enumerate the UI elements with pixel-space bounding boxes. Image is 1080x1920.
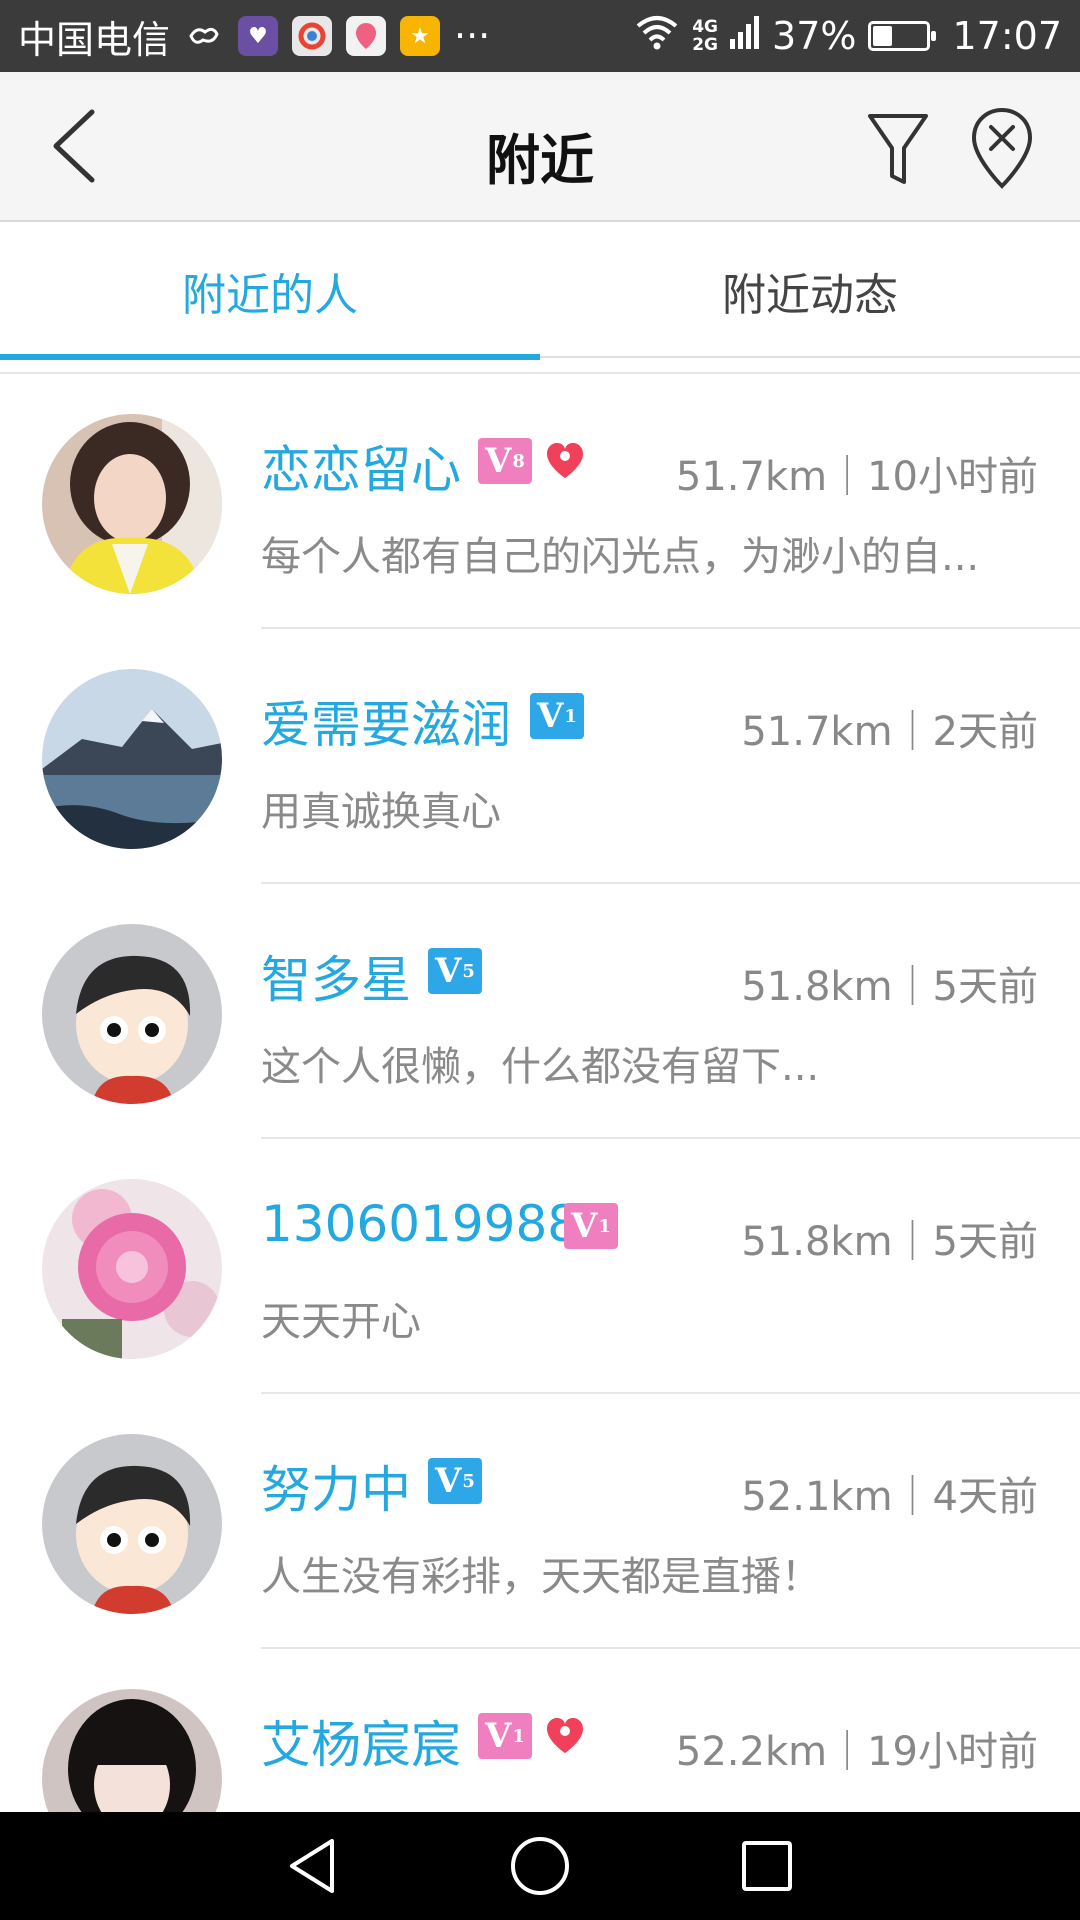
vip-letter: V [485,441,512,481]
vip-level: 5 [462,960,475,982]
network-4g-label: 4G [692,17,719,37]
avatar[interactable] [42,414,222,594]
location-clear-icon [971,107,1033,189]
avatar[interactable] [42,1689,222,1812]
vip-letter: V [435,1461,462,1501]
vip-badge: V1 [564,1203,618,1249]
nav-back-button[interactable] [278,1831,348,1901]
distance-time: 51.7km｜10小时前 [675,454,1038,500]
status-left: 中国电信 ♥ ★ ··· [18,9,634,64]
vip-letter: V [435,951,462,991]
map-app-icon [346,16,387,56]
vip-letter: V [571,1206,598,1246]
distance-time: 51.8km｜5天前 [741,1219,1038,1265]
distance-time: 51.7km｜2天前 [741,709,1038,755]
signature: 天天开心 [261,1299,421,1345]
clear-location-button[interactable] [962,106,1042,190]
vip-badge: V5 [428,1458,482,1504]
list-item[interactable]: 智多星 V5 51.8km｜5天前 这个人很懒，什么都没有留下... [0,884,1080,1139]
avatar[interactable] [42,924,222,1104]
signature: 人生没有彩排，天天都是直播！ [261,1554,821,1600]
vip-level: 1 [512,1725,525,1747]
distance-time: 51.8km｜5天前 [741,964,1038,1010]
heart-icon [547,1718,583,1753]
people-list: 恋恋留心 V8 51.7km｜10小时前 每个人都有自己的闪光点，为渺小的自..… [0,372,1080,1812]
vip-level: 1 [564,705,577,727]
vip-letter: V [485,1716,512,1756]
list-item[interactable]: 1306019988 V1 51.8km｜5天前 天天开心 [0,1139,1080,1394]
wifi-icon [634,14,680,59]
avatar[interactable] [42,669,222,849]
user-name[interactable]: 智多星 [261,940,411,1012]
triangle-back-icon [290,1839,335,1893]
list-item[interactable]: 恋恋留心 V8 51.7km｜10小时前 每个人都有自己的闪光点，为渺小的自..… [0,374,1080,629]
signature: 每个人都有自己的闪光点，为渺小的自... [261,534,980,580]
badges: V8 [478,438,586,484]
user-name[interactable]: 努力中 [261,1450,411,1522]
clock: 17:07 [952,14,1062,58]
more-notifications-icon: ··· [454,14,491,58]
distance-time: 52.2km｜19小时前 [675,1729,1038,1775]
circle-home-icon [510,1837,569,1895]
tab-nearby-people[interactable]: 附近的人 [0,224,540,360]
status-bar: 中国电信 ♥ ★ ··· 4G 2G 37% 17:07 [0,0,1080,72]
badges: V1 [530,693,584,739]
tab-bar: 附近的人 附近动态 [0,224,1080,360]
vip-level: 1 [598,1215,611,1237]
battery-fill [873,26,893,46]
tab-nearby-moments[interactable]: 附近动态 [540,224,1080,358]
user-name[interactable]: 恋恋留心 [261,430,461,502]
list-item[interactable]: 努力中 V5 52.1km｜4天前 人生没有彩排，天天都是直播！ [0,1394,1080,1649]
list-item[interactable]: 爱需要滋润 V1 51.7km｜2天前 用真诚换真心 [0,629,1080,884]
browser-app-icon [292,16,333,56]
vip-badge: V1 [530,693,584,739]
vip-level: 5 [462,1470,475,1492]
vip-badge: V1 [478,1713,532,1759]
status-right: 4G 2G 37% 17:07 [634,14,1062,59]
square-recents-icon [741,1841,792,1891]
star-app-icon: ★ [400,16,441,56]
avatar[interactable] [42,1434,222,1614]
signature: 用真诚换真心 [261,789,501,835]
avatar[interactable] [42,1179,222,1359]
badges: V5 [428,948,482,994]
carrier-label: 中国电信 [18,17,171,62]
app-header: 附近 [0,72,1080,222]
filter-icon [868,114,928,184]
vip-badge: V5 [428,948,482,994]
nav-home-button[interactable] [505,1831,575,1901]
user-name[interactable]: 1306019988 [261,1195,579,1253]
network-type: 4G 2G [692,18,718,54]
battery-icon [868,21,937,51]
distance-time: 52.1km｜4天前 [741,1474,1038,1520]
signal-icon [730,14,760,58]
badges: V1 [564,1203,618,1249]
network-2g-label: 2G [692,35,719,55]
nav-recents-button[interactable] [732,1831,802,1901]
health-app-icon: ♥ [238,16,279,56]
vip-badge: V8 [478,438,532,484]
vip-letter: V [537,696,564,736]
badges: V1 [478,1713,586,1759]
signature: 这个人很懒，什么都没有留下... [261,1044,820,1090]
list-item[interactable]: 艾杨宸宸 V1 52.2km｜19小时前 [0,1649,1080,1812]
user-name[interactable]: 艾杨宸宸 [261,1705,461,1777]
vip-level: 8 [512,450,525,472]
heart-icon [547,443,583,478]
weather-icon [184,16,224,56]
system-nav-bar [0,1812,1080,1920]
badges: V5 [428,1458,482,1504]
user-name[interactable]: 爱需要滋润 [261,685,511,757]
battery-percent: 37% [772,14,857,58]
filter-button[interactable] [858,108,938,188]
